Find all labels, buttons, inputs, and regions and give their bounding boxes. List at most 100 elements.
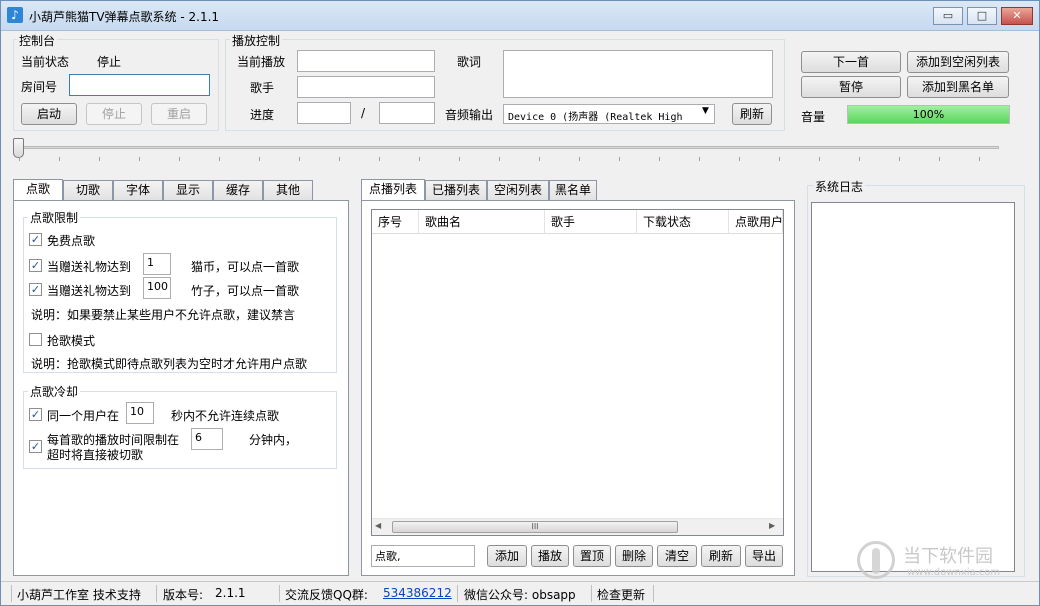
progress-label: 进度: [250, 108, 275, 122]
list-clear-button[interactable]: 清空: [657, 545, 697, 567]
watermark-brand: 当下软件园: [903, 546, 993, 567]
tab-skip[interactable]: 切歌: [63, 180, 113, 200]
column-singer[interactable]: 歌手: [545, 210, 637, 234]
list-play-button[interactable]: 播放: [531, 545, 569, 567]
seek-tick: [299, 157, 300, 161]
seek-tick: [139, 157, 140, 161]
restart-button[interactable]: 重启: [151, 103, 207, 125]
same-user-checkbox[interactable]: ✓: [29, 408, 42, 421]
list-pin-top-button[interactable]: 置顶: [573, 545, 611, 567]
column-requester[interactable]: 点歌用户: [729, 210, 783, 234]
room-input[interactable]: [69, 74, 210, 96]
list-header: 序号 歌曲名 歌手 下载状态 点歌用户: [372, 210, 783, 234]
column-index[interactable]: 序号: [372, 210, 419, 234]
add-to-blacklist-button[interactable]: 添加到黑名单: [907, 76, 1009, 98]
pause-button[interactable]: 暂停: [801, 76, 901, 98]
seek-tick: [899, 157, 900, 161]
seek-track[interactable]: [17, 146, 999, 149]
free-request-checkbox[interactable]: ✓: [29, 233, 42, 246]
current-song-field[interactable]: [297, 50, 435, 72]
stop-button[interactable]: 停止: [86, 103, 142, 125]
gift2-amount-input[interactable]: 100: [143, 277, 171, 299]
singer-field[interactable]: [297, 76, 435, 98]
time-limit-line2: 超时将直接被切歌: [47, 448, 144, 462]
tab-blacklist[interactable]: 黑名单: [549, 180, 597, 200]
scroll-right-icon[interactable]: ▶: [769, 521, 775, 530]
singer-label: 歌手: [250, 81, 275, 95]
seek-tick: [779, 157, 780, 161]
seek-tick: [419, 157, 420, 161]
gift2-checkbox[interactable]: ✓: [29, 283, 42, 296]
scroll-left-icon[interactable]: ◀: [375, 521, 381, 530]
check-update-link[interactable]: 检查更新: [597, 586, 645, 603]
column-download-status[interactable]: 下载状态: [637, 210, 729, 234]
list-refresh-button[interactable]: 刷新: [701, 545, 741, 567]
column-song-name[interactable]: 歌曲名: [419, 210, 545, 234]
progress-slash: /: [361, 106, 366, 120]
seek-tick: [99, 157, 100, 161]
time-limit-minutes-input[interactable]: 6: [191, 428, 223, 450]
seek-tick: [539, 157, 540, 161]
tab-idle-list[interactable]: 空闲列表: [487, 180, 549, 200]
lyrics-label: 歌词: [457, 55, 482, 69]
audio-refresh-button[interactable]: 刷新: [732, 103, 772, 125]
request-limit-title: 点歌限制: [28, 209, 81, 226]
horizontal-scrollbar[interactable]: ◀ III ▶: [372, 518, 783, 535]
seek-tick: [219, 157, 220, 161]
close-button[interactable]: ✕: [1001, 7, 1033, 25]
watermark-url: www.downxia.com: [907, 567, 1001, 578]
dropdown-arrow-icon[interactable]: ▼: [702, 106, 709, 116]
total-time-field[interactable]: [379, 102, 435, 124]
list-delete-button[interactable]: 删除: [615, 545, 653, 567]
audio-device-value: Device 0 (扬声器 (Realtek High: [508, 112, 683, 123]
grab-mode-checkbox[interactable]: [29, 333, 42, 346]
gift1-suffix: 猫币，可以点一首歌: [191, 260, 300, 274]
downxia-logo-icon: [857, 541, 895, 579]
tab-request[interactable]: 点歌: [13, 179, 63, 201]
status-label: 当前状态: [21, 55, 70, 69]
console-group-title: 控制台: [17, 32, 58, 49]
tab-display[interactable]: 显示: [163, 180, 213, 200]
audio-device-select[interactable]: Device 0 (扬声器 (Realtek High: [503, 104, 715, 124]
next-song-button[interactable]: 下一首: [801, 51, 901, 73]
list-export-button[interactable]: 导出: [745, 545, 783, 567]
request-command-input[interactable]: 点歌,: [371, 545, 475, 567]
seek-tick: [739, 157, 740, 161]
qq-group-link[interactable]: 534386212: [383, 586, 452, 600]
minimize-button[interactable]: ▭: [933, 7, 963, 25]
seek-tick: [659, 157, 660, 161]
wechat-account: 微信公众号: obsapp: [464, 588, 576, 602]
status-bar: 小葫芦工作室 技术支持 版本号: 2.1.1 交流反馈QQ群: 53438621…: [1, 581, 1039, 605]
request-list-view[interactable]: 序号 歌曲名 歌手 下载状态 点歌用户 ◀ III ▶: [371, 209, 784, 536]
playback-group-title: 播放控制: [230, 32, 283, 49]
tab-cache[interactable]: 缓存: [213, 180, 263, 200]
tab-played-list[interactable]: 已播列表: [425, 180, 487, 200]
start-button[interactable]: 启动: [21, 103, 77, 125]
scroll-thumb[interactable]: III: [392, 521, 678, 533]
status-value: 停止: [97, 55, 122, 69]
tab-other[interactable]: 其他: [263, 180, 313, 200]
seek-thumb[interactable]: [13, 138, 24, 158]
gift1-checkbox[interactable]: ✓: [29, 259, 42, 272]
gift1-amount-input[interactable]: 1: [143, 253, 171, 275]
qq-group-label: 交流反馈QQ群:: [285, 588, 368, 602]
window-title: 小葫芦熊猫TV弹幕点歌系统 - 2.1.1: [29, 10, 220, 24]
seek-tick: [259, 157, 260, 161]
volume-bar[interactable]: 100%: [847, 105, 1010, 124]
main-window: ♪ 小葫芦熊猫TV弹幕点歌系统 - 2.1.1 ▭ □ ✕ 控制台 当前状态 停…: [0, 0, 1040, 606]
tab-font[interactable]: 字体: [113, 180, 163, 200]
system-log-box[interactable]: [811, 202, 1015, 572]
time-limit-checkbox[interactable]: ✓: [29, 440, 42, 453]
gift1-prefix: 当赠送礼物达到: [47, 260, 132, 274]
lyrics-box[interactable]: [503, 50, 773, 98]
tab-request-list[interactable]: 点播列表: [361, 179, 425, 201]
list-add-button[interactable]: 添加: [487, 545, 527, 567]
same-user-seconds-input[interactable]: 10: [126, 402, 154, 424]
add-to-idle-list-button[interactable]: 添加到空闲列表: [907, 51, 1009, 73]
maximize-button[interactable]: □: [967, 7, 997, 25]
seek-tick: [859, 157, 860, 161]
same-user-prefix: 同一个用户在: [47, 409, 120, 423]
gift2-prefix: 当赠送礼物达到: [47, 284, 132, 298]
volume-value: 100%: [912, 108, 945, 121]
progress-field[interactable]: [297, 102, 351, 124]
